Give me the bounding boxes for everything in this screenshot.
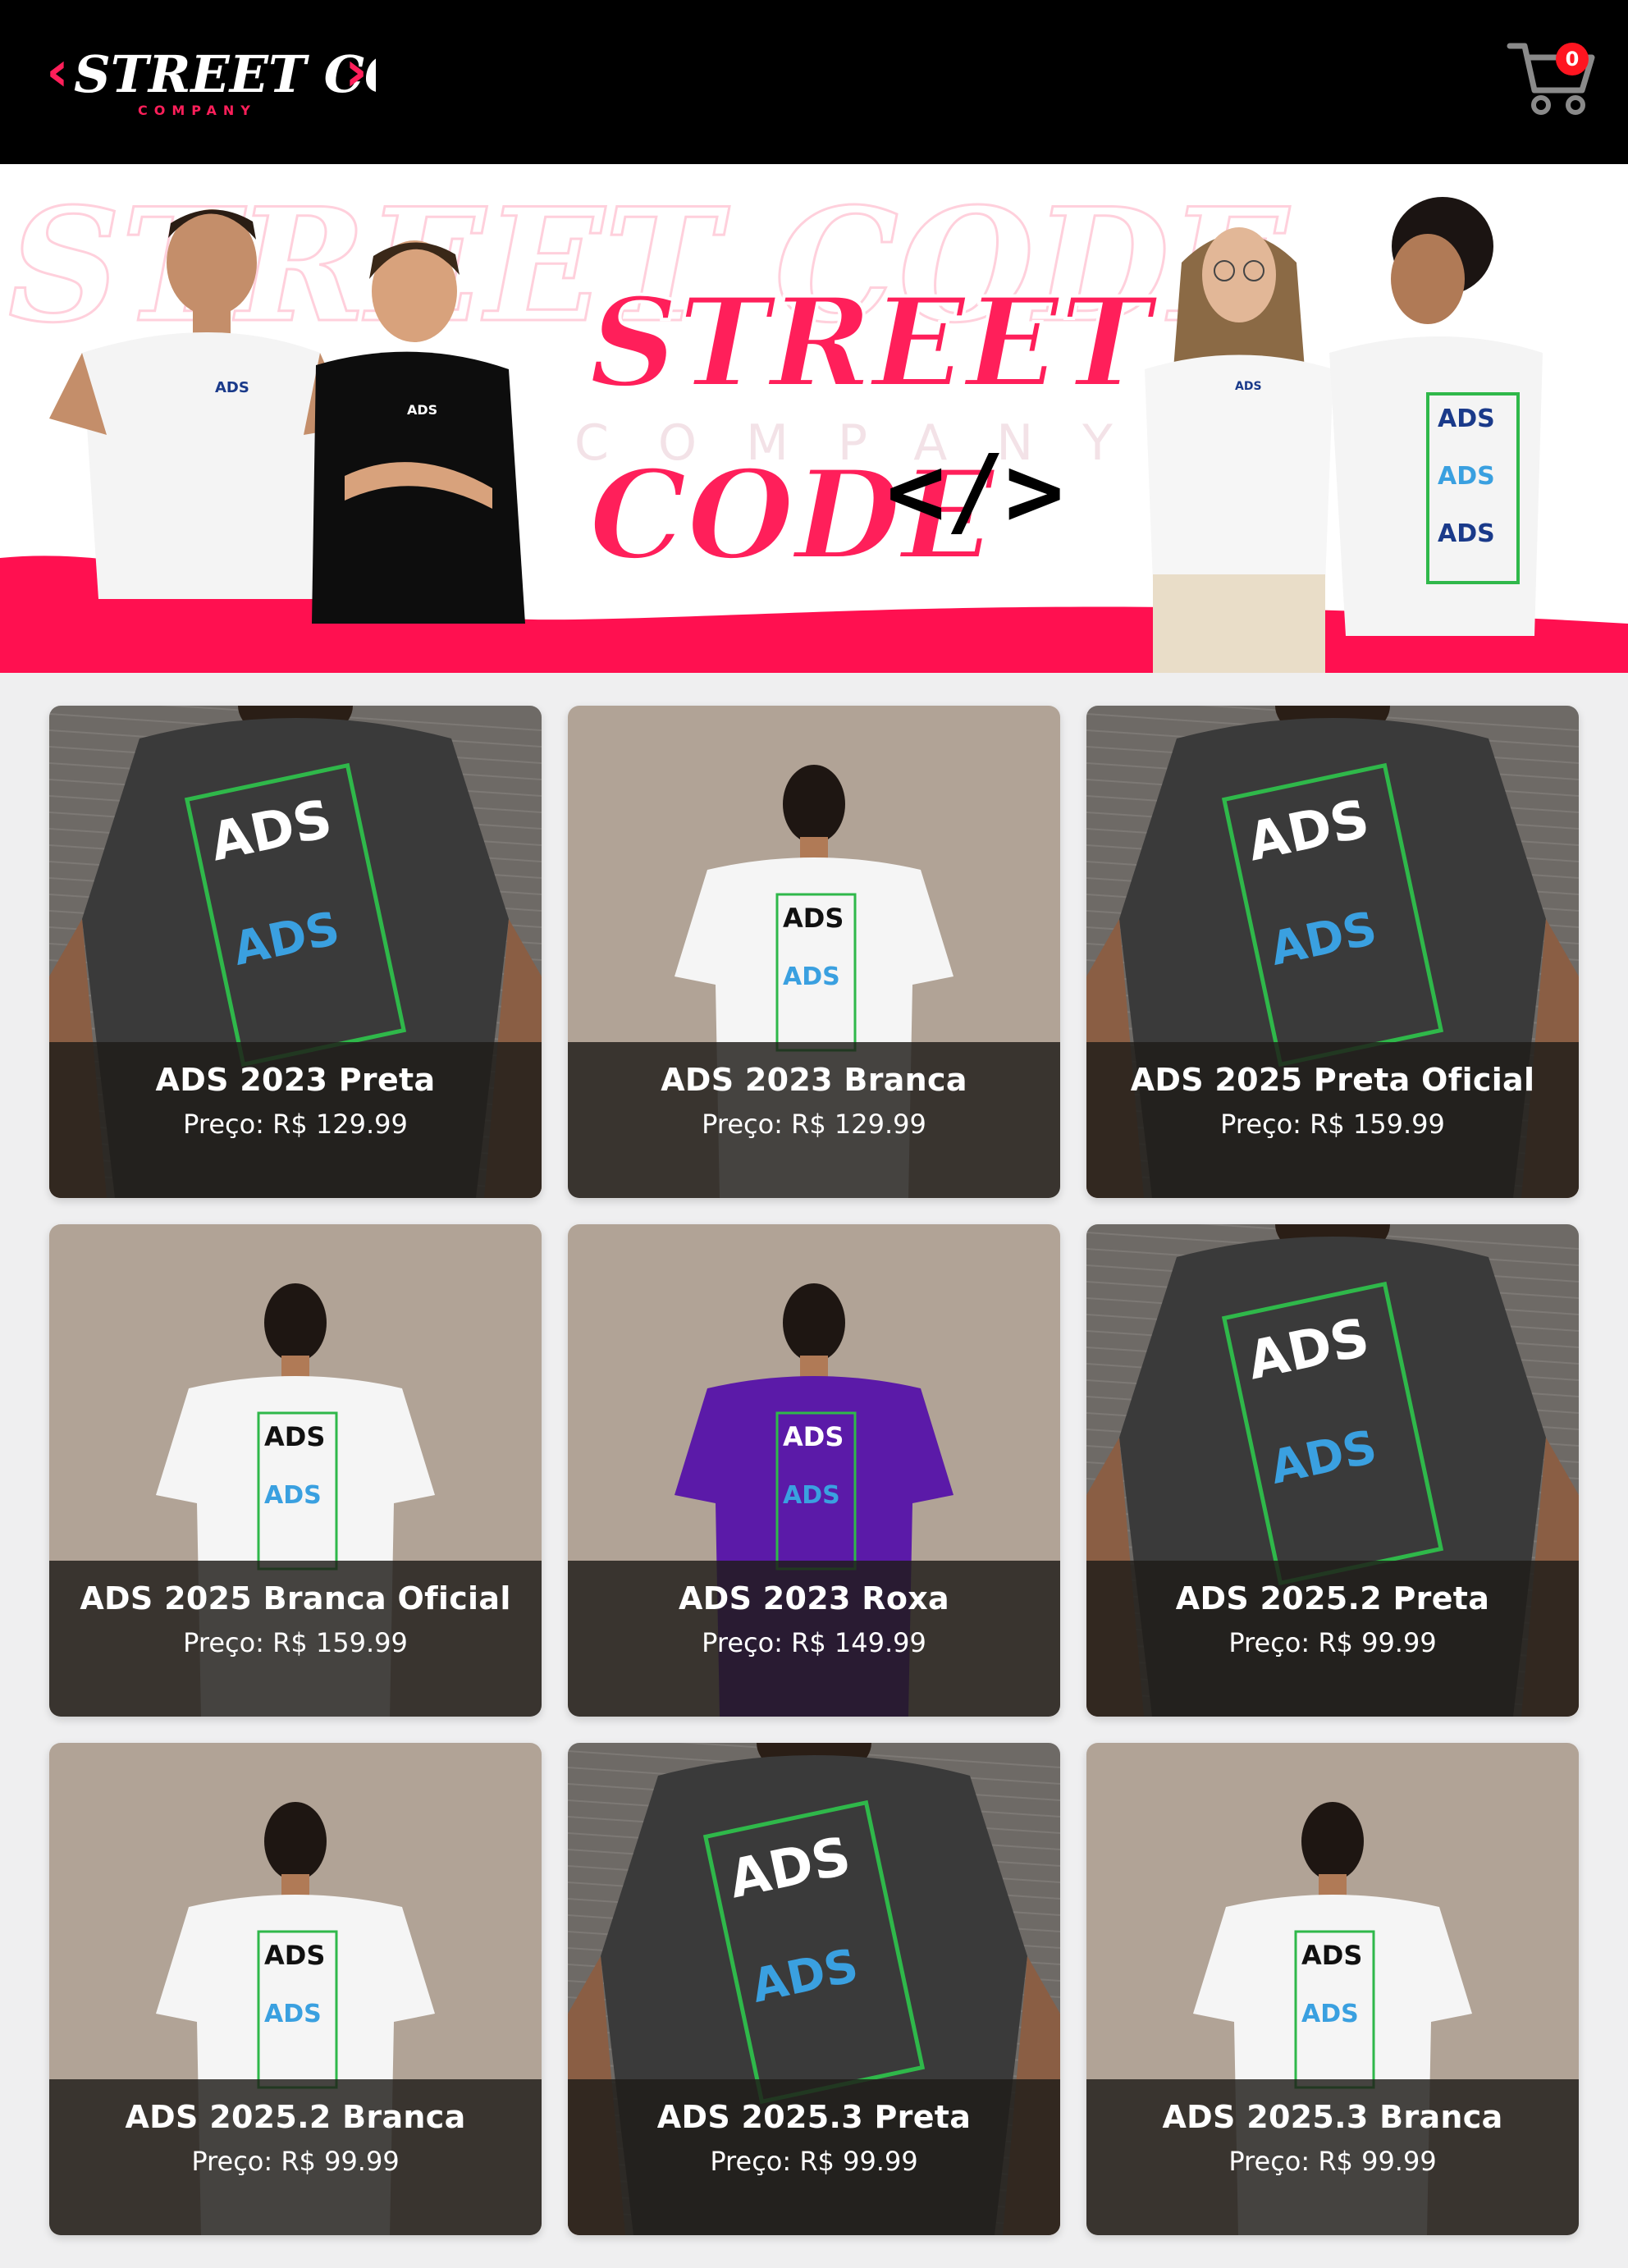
product-card[interactable]: ADS ADS ADS 2025.3 Preta Preço: R$ 99.99	[568, 1743, 1060, 2235]
svg-text:‹: ‹	[46, 39, 69, 104]
svg-text:›: ›	[345, 39, 368, 104]
product-card[interactable]: ADS ADS ADS 2023 Branca Preço: R$ 129.99	[568, 706, 1060, 1198]
product-card[interactable]: ADS ADS ADS 2025 Branca Oficial Preço: R$…	[49, 1224, 542, 1717]
banner-headline-line1: STREET	[589, 271, 1159, 415]
product-price: Preço: R$ 129.99	[183, 1109, 408, 1140]
shirt-print-text: ADS	[264, 1481, 322, 1510]
product-title[interactable]: ADS 2025 Preta Oficial	[1086, 1060, 1579, 1100]
site-header: ‹ STREET CODE › COMPANY 0	[0, 0, 1628, 164]
product-title[interactable]: ADS 2025.3 Preta	[568, 2097, 1060, 2137]
model-head	[1301, 1802, 1364, 1881]
logo-text: STREET CODE	[74, 44, 376, 104]
product-title[interactable]: ADS 2025.2 Preta	[1086, 1579, 1579, 1618]
model-person-4: ADS ADS ADS	[1329, 197, 1543, 636]
product-price: Preço: R$ 129.99	[702, 1109, 926, 1140]
shirt-print-text: ADS	[783, 1481, 840, 1510]
product-title[interactable]: ADS 2025.2 Branca	[49, 2097, 542, 2137]
product-info: ADS 2025.2 Branca Preço: R$ 99.99	[49, 2079, 542, 2235]
product-price: Preço: R$ 99.99	[191, 2146, 400, 2177]
product-price: Preço: R$ 159.99	[1220, 1109, 1445, 1140]
shirt-print-text: ADS	[1438, 462, 1495, 491]
product-title[interactable]: ADS 2025.3 Branca	[1086, 2097, 1579, 2137]
model-head	[264, 1802, 327, 1881]
product-title[interactable]: ADS 2023 Branca	[568, 1060, 1060, 1100]
product-card[interactable]: ADS ADS ADS 2025.2 Branca Preço: R$ 99.99	[49, 1743, 542, 2235]
shirt-print-text: ADS	[783, 903, 844, 934]
model-head	[783, 765, 845, 844]
product-price: Preço: R$ 99.99	[1228, 2146, 1437, 2177]
logo-subtext: COMPANY	[138, 103, 257, 118]
product-info: ADS 2023 Branca Preço: R$ 129.99	[568, 1042, 1060, 1198]
product-price: Preço: R$ 159.99	[183, 1627, 408, 1658]
product-card[interactable]: ADS ADS ADS 2023 Roxa Preço: R$ 149.99	[568, 1224, 1060, 1717]
shirt-badge: ADS	[407, 402, 437, 418]
shirt-print-text: ADS	[1438, 405, 1495, 433]
model-head	[783, 1283, 845, 1362]
shirt-badge: ADS	[215, 379, 249, 396]
product-price: Preço: R$ 99.99	[710, 2146, 918, 2177]
product-info: ADS 2025.3 Branca Preço: R$ 99.99	[1086, 2079, 1579, 2235]
product-info: ADS 2025 Preta Oficial Preço: R$ 159.99	[1086, 1042, 1579, 1198]
product-info: ADS 2025.3 Preta Preço: R$ 99.99	[568, 2079, 1060, 2235]
shirt-print-text: ADS	[1438, 519, 1495, 548]
model-head	[264, 1283, 327, 1362]
shirt-print-text: ADS	[783, 963, 840, 991]
product-card[interactable]: ADS ADS ADS 2025 Preta Oficial Preço: R$ …	[1086, 706, 1579, 1198]
product-info: ADS 2023 Preta Preço: R$ 129.99	[49, 1042, 542, 1198]
product-price: Preço: R$ 149.99	[702, 1627, 926, 1658]
product-info: ADS 2025.2 Preta Preço: R$ 99.99	[1086, 1561, 1579, 1717]
cart-count-badge[interactable]: 0	[1556, 43, 1589, 75]
shirt-print-text: ADS	[264, 1940, 325, 1971]
product-title[interactable]: ADS 2023 Roxa	[568, 1579, 1060, 1618]
shirt-print-text: ADS	[1301, 1940, 1362, 1971]
product-card[interactable]: ADS ADS ADS 2025.2 Preta Preço: R$ 99.99	[1086, 1224, 1579, 1717]
product-price: Preço: R$ 99.99	[1228, 1627, 1437, 1658]
shirt-print-text: ADS	[783, 1421, 844, 1452]
product-info: ADS 2023 Roxa Preço: R$ 149.99	[568, 1561, 1060, 1717]
shirt-badge: ADS	[1235, 380, 1262, 393]
shirt-print-text: ADS	[1301, 2000, 1359, 2028]
product-title[interactable]: ADS 2025 Branca Oficial	[49, 1579, 542, 1618]
product-card[interactable]: ADS ADS ADS 2023 Preta Preço: R$ 129.99	[49, 706, 542, 1198]
shirt-print-text: ADS	[264, 2000, 322, 2028]
product-title[interactable]: ADS 2023 Preta	[49, 1060, 542, 1100]
code-symbol: </>	[886, 435, 1064, 549]
hero-banner-art: STREET CODE COMPANY ADS ADS STREET CODE …	[0, 173, 1628, 673]
product-card[interactable]: ADS ADS ADS 2025.3 Branca Preço: R$ 99.99	[1086, 1743, 1579, 2235]
product-info: ADS 2025 Branca Oficial Preço: R$ 159.99	[49, 1561, 542, 1717]
street-code-logo[interactable]: ‹ STREET CODE › COMPANY	[39, 31, 376, 121]
hero-banner: STREET CODE COMPANY ADS ADS STREET CODE …	[0, 164, 1628, 673]
shirt-print-text: ADS	[264, 1421, 325, 1452]
